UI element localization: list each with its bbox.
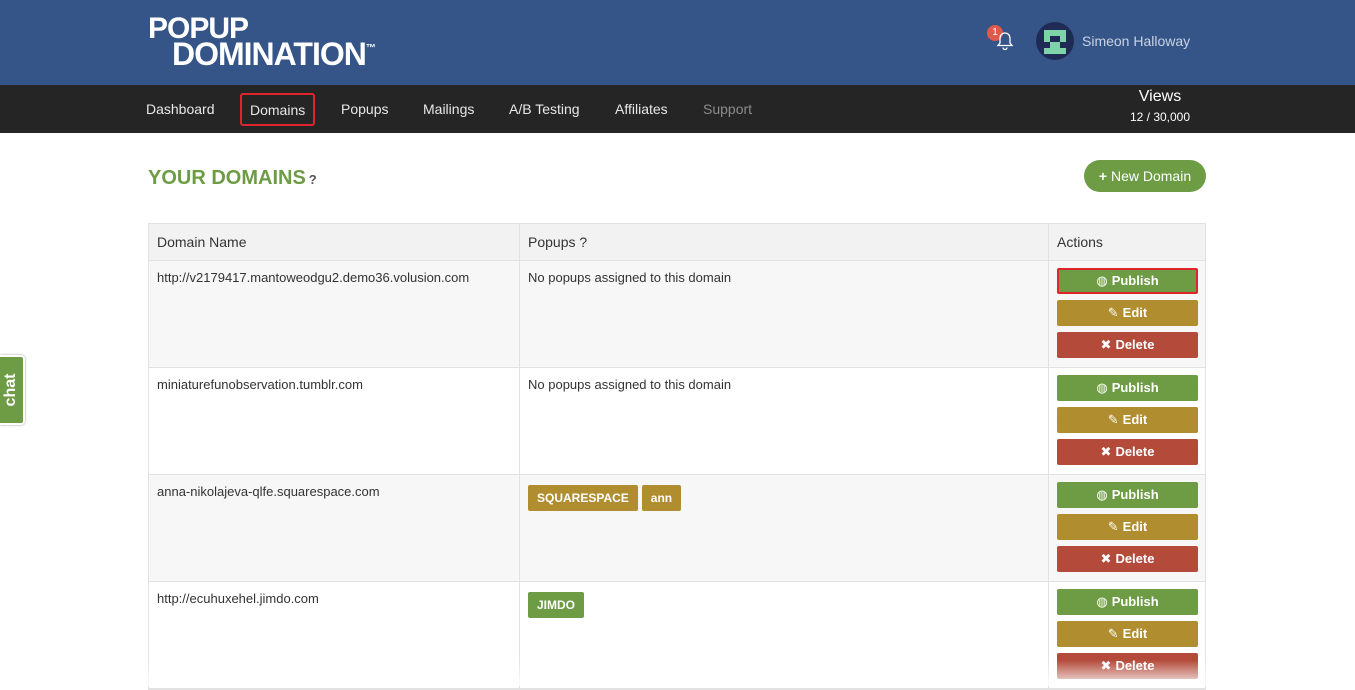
- avatar-icon: [1044, 30, 1066, 54]
- publish-label: Publish: [1111, 594, 1159, 609]
- close-icon: ✖: [1100, 551, 1112, 566]
- edit-label: Edit: [1122, 305, 1148, 320]
- domain-name: miniaturefunobservation.tumblr.com: [149, 368, 520, 474]
- username[interactable]: Simeon Halloway: [1082, 33, 1190, 49]
- publish-button[interactable]: ◍ Publish: [1057, 589, 1198, 615]
- new-domain-label: New Domain: [1110, 168, 1192, 184]
- delete-label: Delete: [1115, 551, 1155, 566]
- delete-label: Delete: [1115, 337, 1155, 352]
- nav-ab-testing[interactable]: A/B Testing: [509, 85, 580, 133]
- delete-button[interactable]: ✖ Delete: [1057, 439, 1198, 465]
- popups-cell: JIMDO: [520, 582, 1049, 688]
- bell-icon[interactable]: [994, 30, 1016, 52]
- globe-icon: ◍: [1096, 380, 1108, 395]
- edit-icon: ✎: [1107, 626, 1119, 641]
- new-domain-button[interactable]: + New Domain: [1084, 160, 1206, 192]
- nav-dashboard[interactable]: Dashboard: [146, 85, 215, 133]
- popup-domination-logo[interactable]: POPUP DOMINATION™: [148, 14, 376, 72]
- delete-button[interactable]: ✖ Delete: [1057, 653, 1198, 679]
- help-icon[interactable]: ?: [309, 172, 317, 187]
- publish-button[interactable]: ◍ Publish: [1057, 268, 1198, 294]
- table-row: miniaturefunobservation.tumblr.com No po…: [149, 368, 1205, 475]
- edit-button[interactable]: ✎ Edit: [1057, 407, 1198, 433]
- publish-label: Publish: [1111, 380, 1159, 395]
- edit-label: Edit: [1122, 626, 1148, 641]
- actions-cell: ◍ Publish ✎ Edit ✖ Delete: [1049, 261, 1206, 367]
- globe-icon: ◍: [1096, 273, 1108, 288]
- logo-line-2-text: DOMINATION: [172, 36, 367, 72]
- nav-mailings[interactable]: Mailings: [423, 85, 474, 133]
- delete-label: Delete: [1115, 444, 1155, 459]
- popups-cell: SQUARESPACE ann: [520, 475, 1049, 581]
- delete-button[interactable]: ✖ Delete: [1057, 546, 1198, 572]
- edit-label: Edit: [1122, 519, 1148, 534]
- nav-support[interactable]: Support: [703, 85, 752, 133]
- popups-cell: No popups assigned to this domain: [520, 368, 1049, 474]
- edit-icon: ✎: [1107, 412, 1119, 427]
- plus-icon: +: [1098, 168, 1108, 184]
- edit-button[interactable]: ✎ Edit: [1057, 621, 1198, 647]
- domain-name: anna-nikolajeva-qlfe.squarespace.com: [149, 475, 520, 581]
- header-popups: Popups ?: [520, 224, 1049, 261]
- domain-name: http://v2179417.mantoweodgu2.demo36.volu…: [149, 261, 520, 367]
- top-header: POPUP DOMINATION™ 1 Simeon Halloway: [0, 0, 1355, 85]
- table-header: Domain Name Popups ? Actions: [149, 224, 1205, 261]
- table-row: http://ecuhuxehel.jimdo.com JIMDO ◍ Publi…: [149, 582, 1205, 689]
- page-title-text: YOUR DOMAINS: [148, 167, 306, 189]
- edit-label: Edit: [1122, 412, 1148, 427]
- nav-popups[interactable]: Popups: [341, 85, 388, 133]
- nav-affiliates[interactable]: Affiliates: [615, 85, 668, 133]
- popups-cell: No popups assigned to this domain: [520, 261, 1049, 367]
- close-icon: ✖: [1100, 337, 1112, 352]
- logo-tm: ™: [365, 43, 376, 54]
- popup-tag[interactable]: JIMDO: [528, 592, 585, 618]
- edit-icon: ✎: [1107, 519, 1119, 534]
- popup-tag[interactable]: ann: [641, 485, 682, 511]
- actions-cell: ◍ Publish ✎ Edit ✖ Delete: [1049, 582, 1206, 688]
- publish-button[interactable]: ◍ Publish: [1057, 375, 1198, 401]
- edit-button[interactable]: ✎ Edit: [1057, 514, 1198, 540]
- chat-tab[interactable]: chat: [0, 355, 25, 425]
- actions-cell: ◍ Publish ✎ Edit ✖ Delete: [1049, 475, 1206, 581]
- close-icon: ✖: [1100, 444, 1112, 459]
- popup-tag[interactable]: SQUARESPACE: [528, 485, 638, 511]
- domains-table: Domain Name Popups ? Actions http://v217…: [148, 223, 1206, 690]
- edit-button[interactable]: ✎ Edit: [1057, 300, 1198, 326]
- table-row: anna-nikolajeva-qlfe.squarespace.com SQU…: [149, 475, 1205, 582]
- views-counter: Views 12 / 30,000: [1100, 88, 1220, 124]
- edit-icon: ✎: [1107, 305, 1119, 320]
- logo-line-2: DOMINATION™: [172, 36, 376, 72]
- header-domain-name: Domain Name: [149, 224, 520, 261]
- user-avatar[interactable]: [1036, 22, 1074, 60]
- delete-button[interactable]: ✖ Delete: [1057, 332, 1198, 358]
- chat-label: chat: [2, 373, 19, 407]
- close-icon: ✖: [1100, 658, 1112, 673]
- views-count: 12 / 30,000: [1129, 110, 1191, 124]
- publish-button[interactable]: ◍ Publish: [1057, 482, 1198, 508]
- domain-name: http://ecuhuxehel.jimdo.com: [149, 582, 520, 688]
- delete-label: Delete: [1115, 658, 1155, 673]
- header-actions: Actions: [1057, 234, 1103, 250]
- actions-cell: ◍ Publish ✎ Edit ✖ Delete: [1049, 368, 1206, 474]
- table-row: http://v2179417.mantoweodgu2.demo36.volu…: [149, 261, 1205, 368]
- publish-label: Publish: [1111, 273, 1159, 288]
- views-label: Views: [1138, 88, 1182, 105]
- publish-label: Publish: [1111, 487, 1159, 502]
- nav-domains[interactable]: Domains: [240, 93, 316, 126]
- globe-icon: ◍: [1096, 487, 1108, 502]
- globe-icon: ◍: [1096, 594, 1108, 609]
- page-title: YOUR DOMAINS?: [148, 167, 317, 190]
